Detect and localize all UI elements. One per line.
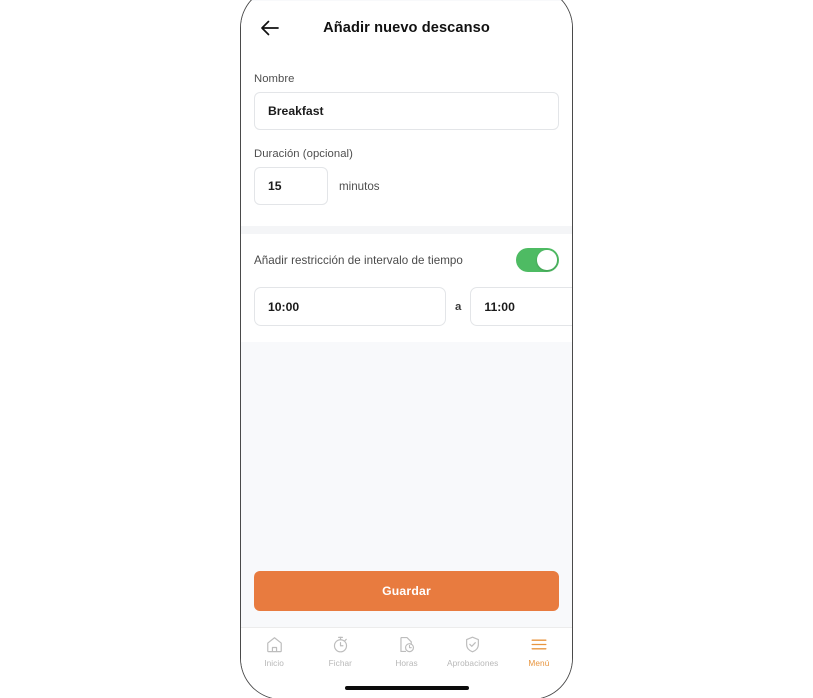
hamburger-menu-icon: [529, 634, 549, 654]
phone-screen: Añadir nuevo descanso Nombre Duración (o…: [241, 0, 572, 698]
screenshot-stage: Añadir nuevo descanso Nombre Duración (o…: [0, 0, 813, 698]
time-range-separator: a: [455, 300, 462, 313]
shield-check-icon: [463, 634, 483, 654]
form-body: Nombre Duración (opcional) minutos: [241, 55, 572, 627]
save-button[interactable]: Guardar: [254, 571, 559, 611]
nav-item-menu[interactable]: Menú: [506, 634, 572, 668]
nav-item-inicio[interactable]: Inicio: [241, 634, 307, 668]
page-title: Añadir nuevo descanso: [323, 20, 490, 36]
start-time-input[interactable]: [254, 287, 446, 326]
time-restriction-section: Añadir restricción de intervalo de tiemp…: [241, 234, 572, 342]
time-restriction-label: Añadir restricción de intervalo de tiemp…: [254, 253, 463, 267]
phone-frame: Añadir nuevo descanso Nombre Duración (o…: [240, 0, 573, 698]
name-field-group: Nombre: [254, 73, 559, 130]
time-restriction-toggle[interactable]: [516, 248, 559, 272]
nav-label-aprobaciones: Aprobaciones: [447, 658, 499, 668]
document-clock-icon: [397, 634, 417, 654]
nav-item-aprobaciones[interactable]: Aprobaciones: [440, 634, 506, 668]
section-divider: [241, 226, 572, 234]
basic-info-section: Nombre Duración (opcional) minutos: [241, 55, 572, 226]
duration-unit-label: minutos: [339, 179, 380, 193]
nav-item-horas[interactable]: Horas: [373, 634, 439, 668]
nav-label-inicio: Inicio: [264, 658, 284, 668]
time-restriction-toggle-row: Añadir restricción de intervalo de tiemp…: [254, 248, 559, 272]
home-indicator-area: [241, 677, 572, 698]
duration-row: minutos: [254, 167, 559, 205]
nav-label-horas: Horas: [395, 658, 418, 668]
back-button[interactable]: [253, 11, 287, 45]
stopwatch-icon: [330, 634, 350, 654]
time-range-row: a: [254, 287, 572, 326]
name-input[interactable]: [254, 92, 559, 130]
bottom-navigation: Inicio Fichar Horas Aprobaciones Menú: [241, 627, 572, 677]
arrow-left-icon: [260, 19, 280, 37]
nav-item-fichar[interactable]: Fichar: [307, 634, 373, 668]
nav-label-menu: Menú: [528, 658, 550, 668]
home-indicator[interactable]: [344, 685, 469, 691]
toggle-knob: [537, 250, 557, 270]
empty-space: [241, 342, 572, 571]
duration-field-label: Duración (opcional): [254, 148, 353, 160]
save-button-container: Guardar: [241, 571, 572, 627]
nav-label-fichar: Fichar: [328, 658, 352, 668]
app-header: Añadir nuevo descanso: [241, 1, 572, 55]
duration-input[interactable]: [254, 167, 328, 205]
duration-field-group: Duración (opcional) minutos: [254, 148, 559, 205]
home-icon: [264, 634, 284, 654]
end-time-input[interactable]: [470, 287, 572, 326]
name-field-label: Nombre: [254, 73, 295, 85]
